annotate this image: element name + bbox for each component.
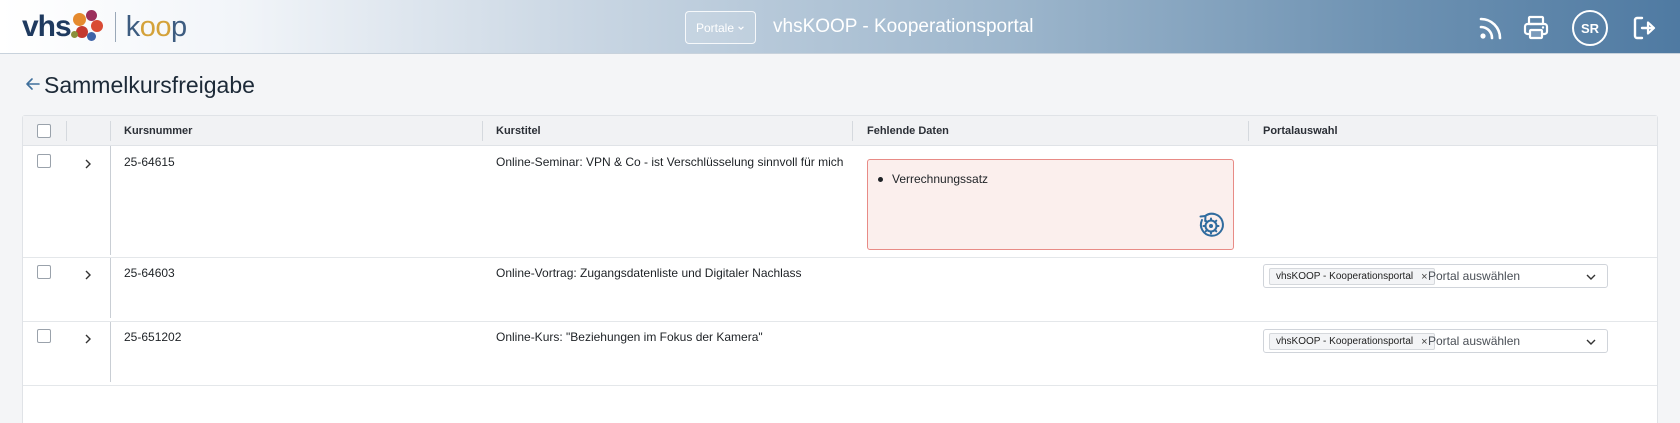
portal-tag-label: vhsKOOP - Kooperationsportal	[1276, 336, 1414, 347]
chevron-right-icon[interactable]	[82, 333, 94, 345]
logo-koop-text: koop	[125, 10, 187, 43]
app-title: vhsKOOP - Kooperationsportal	[773, 16, 1034, 37]
chevron-right-icon[interactable]	[82, 269, 94, 281]
table-row[interactable]: 25-64603 Online-Vortrag: Zugangsdatenlis…	[23, 258, 1657, 322]
remove-tag-icon[interactable]: ×	[1421, 271, 1427, 283]
remove-tag-icon[interactable]: ×	[1421, 336, 1427, 348]
portal-tag: vhsKOOP - Kooperationsportal ×	[1269, 333, 1435, 350]
portal-select-placeholder: Portal auswählen	[1428, 334, 1521, 348]
table-row[interactable]: 25-64615 Online-Seminar: VPN & Co - ist …	[23, 146, 1657, 258]
logo-separator	[114, 12, 116, 42]
kurstitel-cell: Online-Vortrag: Zugangsdatenliste und Di…	[496, 266, 802, 280]
row-divider	[110, 322, 111, 382]
kursnummer-cell: 25-651202	[124, 330, 182, 344]
course-approval-table: Kursnummer Kurstitel Fehlende Daten Port…	[22, 115, 1658, 423]
table-header: Kursnummer Kurstitel Fehlende Daten Port…	[23, 116, 1657, 146]
row-divider	[110, 146, 111, 255]
kursnummer-cell: 25-64615	[124, 155, 175, 169]
column-divider	[110, 121, 111, 141]
rss-icon[interactable]	[1475, 12, 1507, 44]
portale-dropdown-button[interactable]: Portale	[685, 11, 756, 44]
back-arrow-icon[interactable]	[23, 74, 43, 94]
portal-select[interactable]: vhsKOOP - Kooperationsportal × Portal au…	[1263, 329, 1608, 353]
chevron-right-icon[interactable]	[82, 158, 94, 170]
portal-tag: vhsKOOP - Kooperationsportal ×	[1269, 268, 1435, 285]
logo-vhs-text: vhs	[22, 10, 72, 43]
select-all-checkbox[interactable]	[37, 124, 51, 138]
chevron-down-icon[interactable]	[1585, 336, 1597, 348]
row-checkbox[interactable]	[37, 265, 51, 279]
row-checkbox[interactable]	[37, 154, 51, 168]
kurstitel-cell: Online-Kurs: "Beziehungen im Fokus der K…	[496, 330, 763, 344]
missing-data-box: Verrechnungssatz	[867, 159, 1234, 250]
column-divider	[1248, 121, 1249, 141]
logo-dots-icon	[70, 10, 105, 44]
portal-select-placeholder: Portal auswählen	[1428, 269, 1521, 283]
row-checkbox[interactable]	[37, 329, 51, 343]
gear-refresh-icon[interactable]	[1196, 211, 1226, 241]
column-header-portalauswahl[interactable]: Portalauswahl	[1263, 116, 1338, 146]
logout-icon[interactable]	[1629, 12, 1661, 44]
portale-button-label: Portale	[695, 20, 735, 35]
chevron-down-icon[interactable]	[1585, 271, 1597, 283]
printer-icon[interactable]	[1520, 12, 1552, 44]
column-divider	[66, 121, 67, 141]
kurstitel-cell: Online-Seminar: VPN & Co - ist Verschlüs…	[496, 155, 844, 169]
chevron-down-icon	[738, 25, 744, 30]
column-divider	[852, 121, 853, 141]
column-divider	[482, 121, 483, 141]
user-avatar[interactable]: SR	[1572, 10, 1608, 46]
portal-tag-label: vhsKOOP - Kooperationsportal	[1276, 271, 1414, 282]
app-header: vhs koop Portale vhsKOOP - Kooperationsp…	[0, 0, 1680, 54]
portal-select[interactable]: vhsKOOP - Kooperationsportal × Portal au…	[1263, 264, 1608, 288]
page-title: Sammelkursfreigabe	[44, 72, 255, 98]
table-row[interactable]: 25-651202 Online-Kurs: "Beziehungen im F…	[23, 322, 1657, 386]
column-header-kurstitel[interactable]: Kurstitel	[496, 116, 541, 146]
column-header-kursnummer[interactable]: Kursnummer	[124, 116, 192, 146]
column-header-fehlende-daten[interactable]: Fehlende Daten	[867, 116, 949, 146]
row-divider	[110, 258, 111, 318]
missing-data-item: Verrechnungssatz	[877, 172, 989, 186]
vhs-koop-logo[interactable]: vhs koop	[22, 8, 187, 46]
kursnummer-cell: 25-64603	[124, 266, 175, 280]
